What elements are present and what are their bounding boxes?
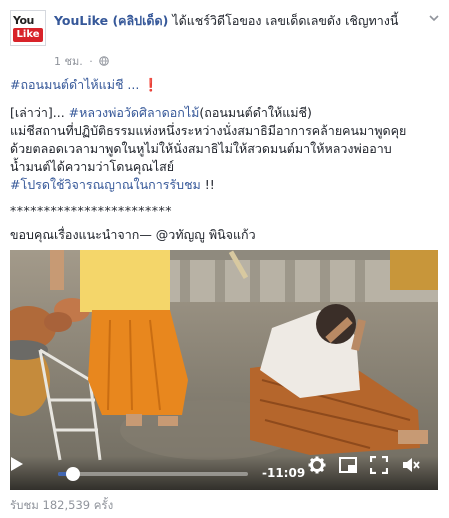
body-line-2: แม่ชีสถานที่ปฏิบัติธรรมแห่งหนึ่งระหว่างน… bbox=[10, 123, 407, 138]
meta-separator: · bbox=[89, 55, 93, 68]
discretion-hashtag[interactable]: #โปรดใช้วิจารณญาณในการรับชม bbox=[10, 177, 201, 192]
post-body: #ถอนมนต์ดำไห้แม่ชี ... ❗ [เล่าว่า]... #หล… bbox=[10, 76, 440, 244]
page-name-link[interactable]: YouLike (คลิปเด็ด) bbox=[54, 13, 168, 28]
gear-icon[interactable] bbox=[308, 456, 326, 474]
exclamation-icon: ❗ bbox=[143, 77, 159, 92]
video-arm bbox=[50, 250, 64, 290]
body-line-1: [เล่าว่า]... #หลวงพ่อวัดศิลาดอกไม้(ถอนมน… bbox=[10, 104, 440, 122]
headline-line: #ถอนมนต์ดำไห้แม่ชี ... ❗ bbox=[10, 76, 440, 94]
headline-hashtag[interactable]: #ถอนมนต์ดำไห้แม่ชี ... bbox=[10, 77, 139, 92]
double-exclaim: !! bbox=[204, 177, 215, 192]
share-action-text: ได้แชร์วิดีโอของ เลขเด็ดเลขดัง เชิญทางนี… bbox=[172, 13, 399, 28]
fullscreen-icon[interactable] bbox=[370, 456, 388, 474]
video-time-remaining: -11:09 bbox=[262, 466, 306, 480]
avatar-logo-top: You bbox=[13, 14, 34, 27]
video-player[interactable]: -11:09 bbox=[10, 250, 438, 490]
video-frame bbox=[10, 250, 438, 490]
view-count: รับชม 182,539 ครั้ง bbox=[10, 498, 114, 512]
globe-icon bbox=[99, 56, 110, 66]
play-icon[interactable] bbox=[10, 456, 24, 472]
avatar-logo-bottom: Like bbox=[13, 28, 43, 42]
thanks-line: ขอบคุณเรื่องแนะนำจาก— @วทัญญู พินิจแก้ว bbox=[10, 227, 256, 242]
video-monk-robe bbox=[88, 310, 188, 415]
post-header: You Like YouLike (คลิปเด็ด) ได้แชร์วิดีโ… bbox=[10, 10, 440, 70]
chevron-down-icon[interactable] bbox=[428, 12, 440, 24]
video-controls: -11:09 bbox=[10, 456, 438, 490]
video-plant bbox=[390, 250, 438, 290]
post-meta: 1 ชม. · bbox=[54, 52, 110, 70]
body-line-5: #โปรดใช้วิจารณญาณในการรับชม !! bbox=[10, 176, 440, 194]
mute-icon[interactable] bbox=[402, 456, 420, 474]
story-prefix: [เล่าว่า]... bbox=[10, 105, 65, 120]
temple-hashtag[interactable]: #หลวงพ่อวัดศิลาดอกไม้ bbox=[69, 105, 200, 120]
video-woman-feet bbox=[398, 430, 428, 444]
video-progress-bar[interactable] bbox=[58, 467, 248, 481]
timestamp-link[interactable]: 1 ชม. bbox=[54, 55, 83, 68]
story-suffix: (ถอนมนต์ดำให้แม่ชี) bbox=[199, 105, 312, 120]
avatar[interactable]: You Like bbox=[10, 10, 46, 46]
video-scrubber-handle[interactable] bbox=[66, 467, 81, 481]
post-card: You Like YouLike (คลิปเด็ด) ได้แชร์วิดีโ… bbox=[0, 0, 449, 518]
body-line-4: น้ำมนต์ได้ความว่าโดนคุณไสย์ bbox=[10, 159, 175, 174]
body-line-3: ด้วยตลอดเวลามาพูดในหูไม่ให้นั่งสมาธิไม่ใ… bbox=[10, 141, 392, 156]
video-monk-shirt bbox=[80, 250, 170, 312]
picture-in-picture-icon[interactable] bbox=[339, 456, 357, 474]
star-divider: ************************ bbox=[10, 203, 172, 218]
header-text: YouLike (คลิปเด็ด) ได้แชร์วิดีโอของ เลขเ… bbox=[54, 12, 414, 30]
